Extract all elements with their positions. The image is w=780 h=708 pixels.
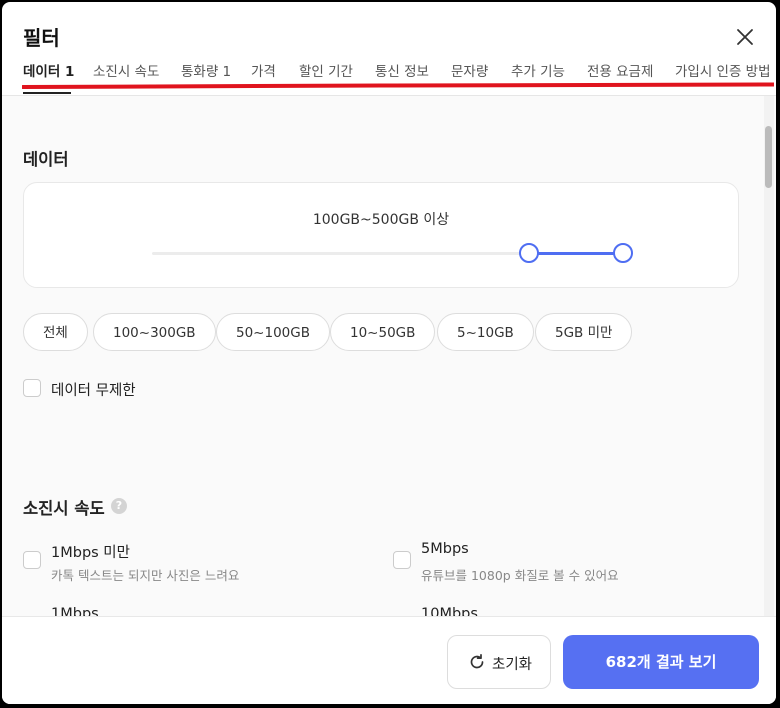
speed-option-label[interactable]: 1Mbps 미만 bbox=[51, 541, 130, 562]
chip-10-50gb[interactable]: 10~50GB bbox=[330, 313, 436, 351]
tab-call-minutes[interactable]: 통화량 1 bbox=[181, 60, 231, 80]
unlimited-data-checkbox[interactable] bbox=[23, 379, 41, 397]
reset-label: 초기화 bbox=[492, 657, 533, 673]
tab-discount-period[interactable]: 할인 기간 bbox=[299, 60, 353, 80]
chip-5-10gb[interactable]: 5~10GB bbox=[437, 313, 534, 351]
red-annotation-underline bbox=[22, 82, 774, 89]
unlimited-data-label[interactable]: 데이터 무제한 bbox=[51, 379, 136, 400]
speed-option-label[interactable]: 1Mbps bbox=[51, 606, 99, 616]
data-section-title: 데이터 bbox=[23, 150, 69, 169]
slider-min-handle[interactable] bbox=[519, 243, 539, 263]
tab-signup-verification[interactable]: 가입시 인증 방법 bbox=[675, 60, 771, 80]
tab-sms[interactable]: 문자량 bbox=[451, 60, 488, 80]
slider-max-handle[interactable] bbox=[613, 243, 633, 263]
modal-footer: 초기화 682개 결과 보기 bbox=[2, 616, 776, 704]
scrollbar-thumb[interactable] bbox=[765, 126, 772, 188]
tab-exclusive-plans[interactable]: 전용 요금제 bbox=[587, 60, 653, 80]
speed-option-description: 유튜브를 1080p 화질로 볼 수 있어요 bbox=[421, 568, 619, 583]
tab-data[interactable]: 데이터 1 bbox=[23, 60, 74, 80]
data-range-slider[interactable] bbox=[152, 243, 633, 263]
chip-100-300gb[interactable]: 100~300GB bbox=[93, 313, 216, 351]
refresh-icon bbox=[470, 653, 484, 669]
show-results-button[interactable]: 682개 결과 보기 bbox=[563, 635, 759, 689]
speed-option-checkbox[interactable] bbox=[23, 551, 41, 569]
filter-modal: 필터 데이터 1 소진시 속도 통화량 1 가격 할인 기간 통신 정보 문자량… bbox=[2, 2, 776, 704]
active-tab-indicator bbox=[23, 92, 71, 94]
close-icon[interactable] bbox=[734, 26, 756, 48]
scrollbar[interactable] bbox=[764, 96, 774, 616]
speed-option-label[interactable]: 10Mbps bbox=[421, 606, 478, 616]
slider-fill bbox=[528, 252, 622, 255]
modal-title: 필터 bbox=[23, 26, 60, 50]
tab-carrier-info[interactable]: 통신 정보 bbox=[375, 60, 429, 80]
tab-extra-features[interactable]: 추가 기능 bbox=[511, 60, 565, 80]
filter-content[interactable]: 데이터 100GB~500GB 이상 전체 100~300GB 50~100GB… bbox=[2, 96, 776, 616]
speed-section-title: 소진시 속도 bbox=[23, 499, 105, 518]
chip-under-5gb[interactable]: 5GB 미만 bbox=[535, 313, 633, 351]
data-range-label: 100GB~500GB 이상 bbox=[312, 212, 450, 228]
data-range-card: 100GB~500GB 이상 bbox=[23, 182, 739, 288]
tab-throttle-speed[interactable]: 소진시 속도 bbox=[93, 60, 159, 80]
speed-option-label[interactable]: 5Mbps bbox=[421, 541, 469, 557]
tab-price[interactable]: 가격 bbox=[251, 60, 276, 80]
reset-button[interactable]: 초기화 bbox=[447, 635, 551, 689]
speed-option-checkbox[interactable] bbox=[393, 551, 411, 569]
speed-option-description: 카톡 텍스트는 되지만 사진은 느려요 bbox=[51, 568, 240, 583]
question-circle-icon[interactable]: ? bbox=[111, 498, 127, 514]
chip-all[interactable]: 전체 bbox=[23, 313, 88, 351]
chip-50-100gb[interactable]: 50~100GB bbox=[216, 313, 330, 351]
